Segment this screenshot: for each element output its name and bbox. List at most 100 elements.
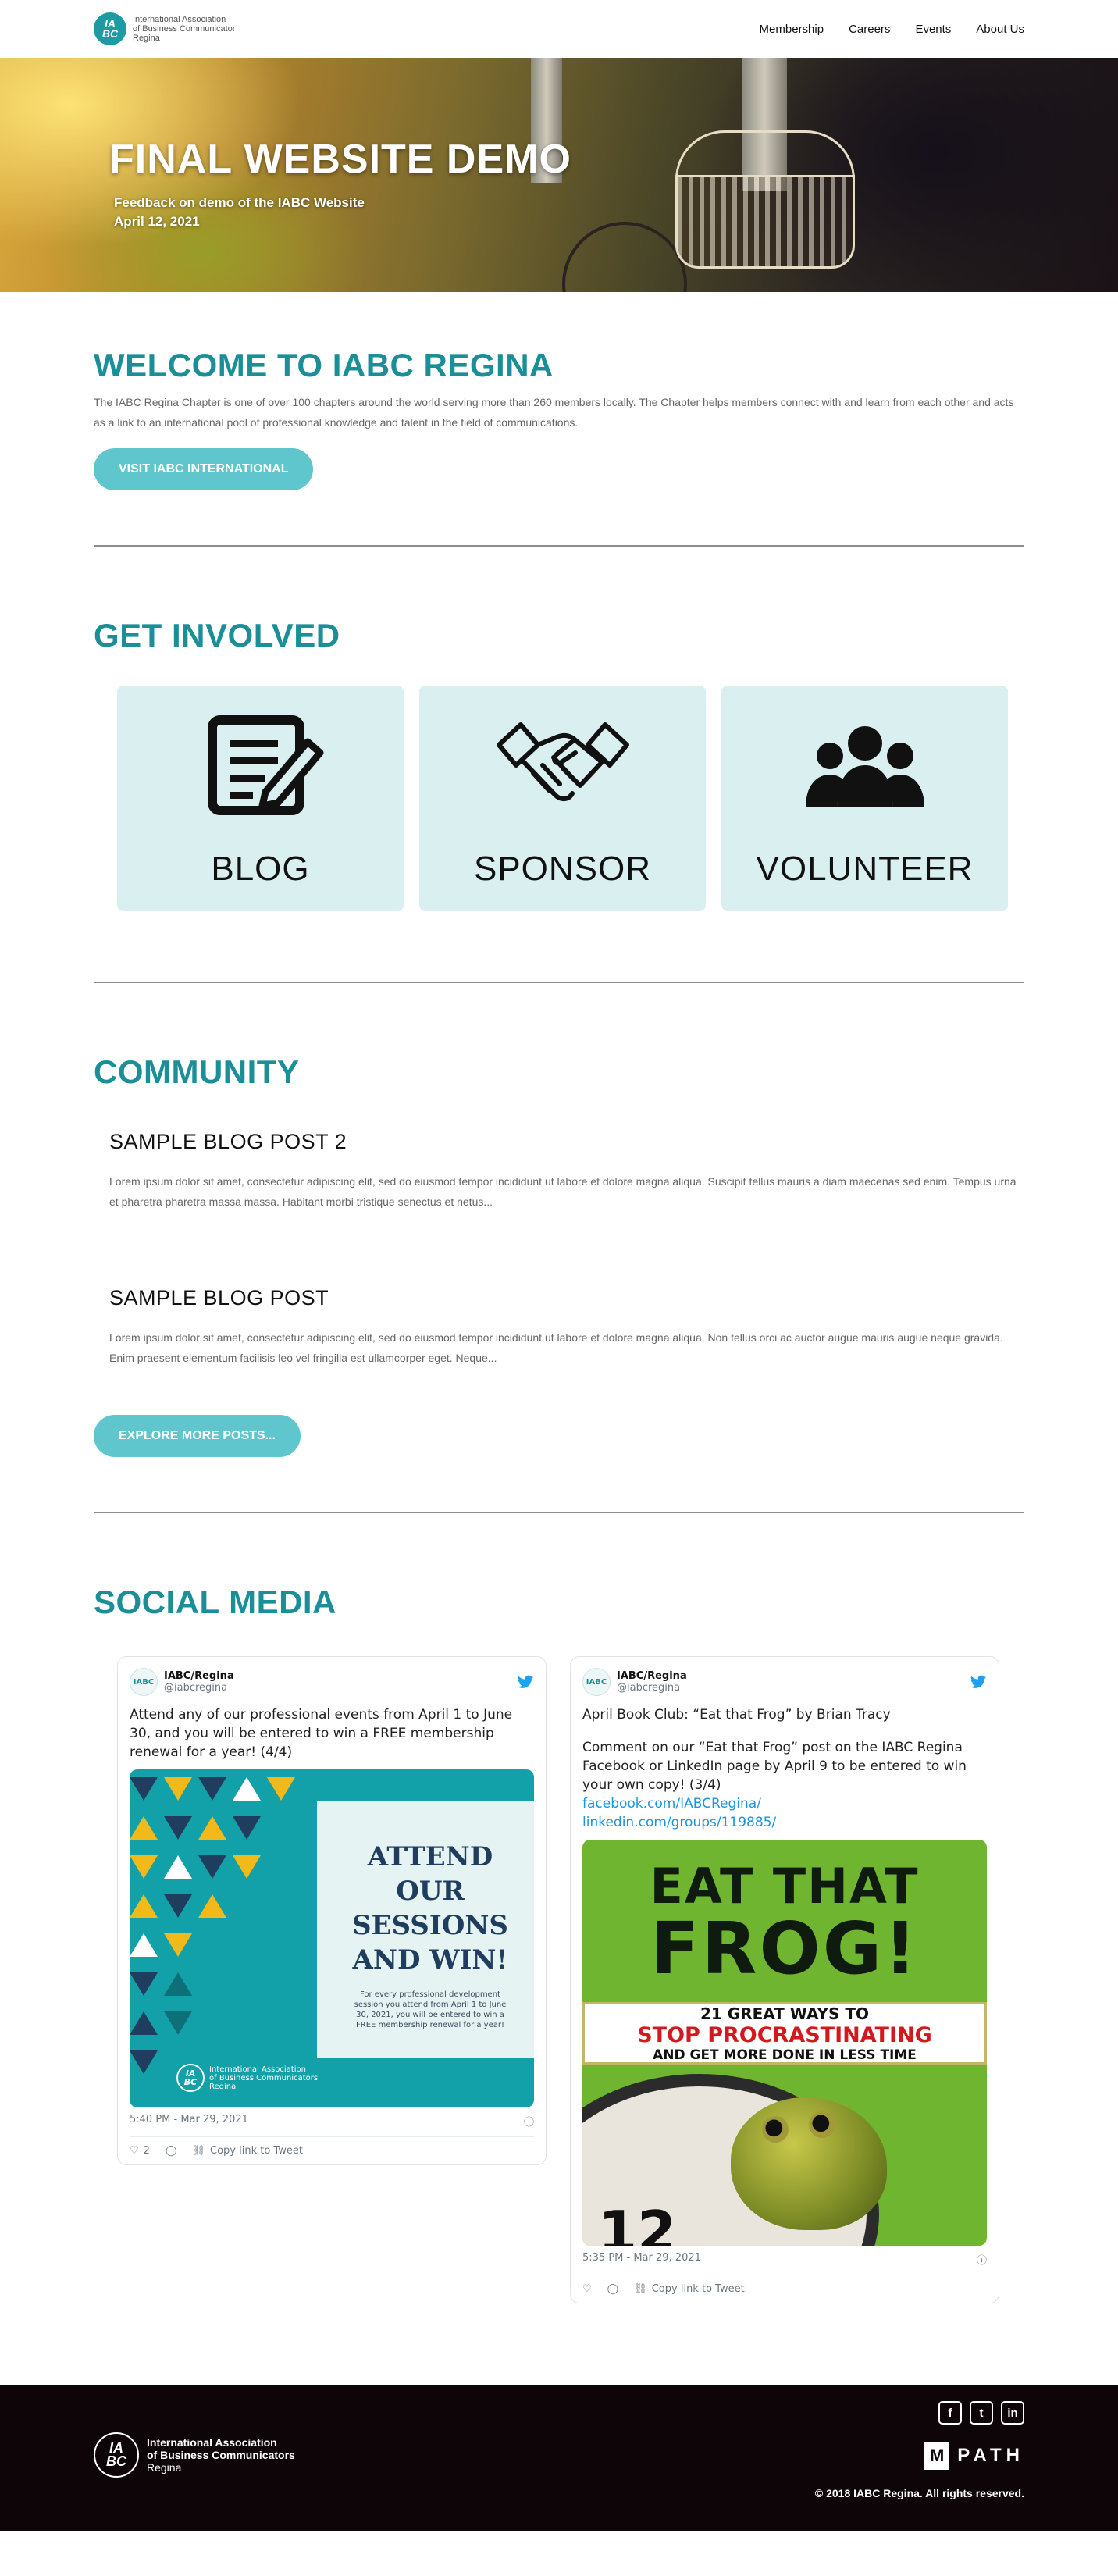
twitter-bird-icon[interactable]	[517, 1673, 534, 1691]
nav-events[interactable]: Events	[915, 23, 951, 36]
tweet-author-name[interactable]: IABC/Regina	[617, 1670, 687, 1682]
like-count: 2	[143, 2145, 150, 2157]
blog-post-title[interactable]: SAMPLE BLOG POST	[109, 1286, 329, 1309]
footer-logo-line-2: of Business Communicators	[147, 2449, 295, 2461]
hero-banner: FINAL WEBSITE DEMO Feedback on demo of t…	[0, 58, 1118, 292]
book-title-line-2: FROG!	[650, 1907, 920, 1990]
nav-about-us[interactable]: About Us	[976, 23, 1024, 36]
mpath-logo[interactable]: M PATH	[924, 2442, 1024, 2470]
promo-logo-line-1: International Association	[209, 2065, 306, 2074]
avatar[interactable]: IABC	[582, 1668, 611, 1696]
heart-icon: ♡	[130, 2145, 139, 2157]
promo-headline-line: AND WIN!	[352, 1944, 508, 1976]
tweet-actions: ♡ 2 ◯ ⛓ Copy link to Tweet	[130, 2136, 534, 2157]
bicycle-basket	[675, 130, 855, 269]
bicycle-wheel	[562, 222, 687, 292]
logo-line-1: International Association	[133, 15, 226, 24]
copyright: © 2018 IABC Regina. All rights reserved.	[814, 2487, 1024, 2499]
welcome-body: The IABC Regina Chapter is one of over 1…	[94, 396, 1014, 429]
tweet-meta: 5:35 PM - Mar 29, 2021 ⓘ	[582, 2252, 987, 2267]
hero-subtitle-line: Feedback on demo of the IABC Website	[114, 195, 365, 210]
group-icon	[805, 726, 924, 807]
tweet-author: IABC/Regina @iabcregina	[617, 1670, 687, 1694]
sponsor-card[interactable]: SPONSOR	[419, 686, 706, 911]
promo-headline-line: OUR	[396, 1876, 465, 1907]
info-icon[interactable]: ⓘ	[524, 2114, 534, 2129]
linkedin-icon[interactable]: in	[1001, 2401, 1024, 2425]
promo-headline-line: ATTEND	[367, 1841, 493, 1872]
main-nav: Membership Careers Events About Us	[760, 23, 1024, 36]
facebook-icon[interactable]: f	[938, 2401, 962, 2425]
tweet-card: IABC IABC/Regina @iabcregina April Book …	[570, 1656, 999, 2303]
blog-post: SAMPLE BLOG POST 2 Lorem ipsum dolor sit…	[94, 1130, 1024, 1212]
hero-date: April 12, 2021	[114, 214, 200, 229]
like-button[interactable]: ♡	[582, 2283, 592, 2295]
book-cover-title: EAT THAT FROG!	[582, 1840, 987, 2004]
facebook-link[interactable]: facebook.com/IABCRegina/	[582, 1794, 987, 1813]
community-section: COMMUNITY SAMPLE BLOG POST 2 Lorem ipsum…	[0, 983, 1118, 1512]
frog-illustration	[731, 2097, 887, 2230]
book-title-line-1: EAT THAT	[650, 1858, 920, 1915]
tweet-image[interactable]: ATTEND OUR SESSIONS AND WIN! For every p…	[130, 1769, 534, 2107]
mpath-mark: M	[924, 2442, 950, 2470]
promo-logo-text: International Association of Business Co…	[209, 2065, 318, 2091]
logo-line-2: of Business Communicator	[133, 24, 236, 34]
blog-card-label: BLOG	[211, 850, 310, 888]
info-icon[interactable]: ⓘ	[977, 2252, 987, 2267]
frog-eye	[809, 2111, 835, 2138]
tweet-header: IABC IABC/Regina @iabcregina	[582, 1668, 987, 1696]
iabc-logo-mark: IA BC	[94, 2432, 139, 2478]
copy-link-button[interactable]: ⛓ Copy link to Tweet	[634, 2283, 744, 2295]
promo-panel: ATTEND OUR SESSIONS AND WIN! For every p…	[317, 1801, 534, 2058]
tweet-image[interactable]: EAT THAT FROG! 21 GREAT WAYS TO STOP PRO…	[582, 1840, 987, 2246]
tweet-timestamp[interactable]: 5:35 PM - Mar 29, 2021	[582, 2252, 701, 2267]
promo-logo: IA BC International Association of Busine…	[176, 2064, 318, 2092]
reply-button[interactable]: ◯	[166, 2145, 177, 2157]
twitter-bird-icon[interactable]	[970, 1673, 987, 1691]
hero-text: FINAL WEBSITE DEMO Feedback on demo of t…	[109, 136, 571, 231]
site-header: IA BC International Association of Busine…	[0, 0, 1118, 58]
sponsor-card-label: SPONSOR	[473, 850, 652, 888]
tweet-embeds: IABC IABC/Regina @iabcregina Attend any …	[94, 1656, 1024, 2303]
tweet-timestamp[interactable]: 5:40 PM - Mar 29, 2021	[130, 2114, 248, 2129]
community-heading: COMMUNITY	[94, 1053, 300, 1090]
linkedin-link[interactable]: linkedin.com/groups/119885/	[582, 1813, 987, 1832]
book-subtitle-3: AND GET MORE DONE IN LESS TIME	[653, 2047, 917, 2063]
copy-link-label: Copy link to Tweet	[210, 2145, 303, 2157]
tweet-text-line: Comment on our “Eat that Frog” post on t…	[582, 1738, 987, 1832]
triangle-pattern	[130, 1777, 295, 2074]
book-subtitle-band: 21 GREAT WAYS TO STOP PROCRASTINATING AN…	[582, 2002, 987, 2065]
nav-careers[interactable]: Careers	[849, 23, 890, 36]
get-involved-heading: GET INVOLVED	[94, 617, 340, 654]
like-button[interactable]: ♡ 2	[130, 2145, 150, 2157]
get-involved-section: GET INVOLVED BLOG SPONSOR VOLUNTEER	[0, 547, 1118, 982]
tweet-text: April Book Club: “Eat that Frog” by Bria…	[582, 1705, 987, 1832]
nav-membership[interactable]: Membership	[760, 23, 824, 36]
volunteer-card-label: VOLUNTEER	[756, 850, 974, 888]
handshake-icon	[496, 722, 629, 801]
twitter-icon[interactable]: t	[970, 2401, 993, 2425]
blog-post: SAMPLE BLOG POST Lorem ipsum dolor sit a…	[94, 1286, 1024, 1368]
avatar[interactable]: IABC	[130, 1668, 158, 1696]
tweet-author-name[interactable]: IABC/Regina	[164, 1670, 234, 1682]
tweet-author-handle[interactable]: @iabcregina	[164, 1682, 234, 1694]
footer-logo-text: International Association of Business Co…	[147, 2436, 295, 2474]
tweet-author-handle[interactable]: @iabcregina	[617, 1682, 687, 1694]
mpath-wordmark: PATH	[957, 2445, 1024, 2466]
link-icon: ⛓	[634, 2283, 647, 2295]
frog-eye	[762, 2116, 789, 2143]
visit-iabc-international-button[interactable]: VISIT IABC INTERNATIONAL	[94, 448, 314, 490]
blog-card[interactable]: BLOG	[117, 686, 404, 911]
volunteer-card[interactable]: VOLUNTEER	[721, 686, 1008, 911]
copy-link-button[interactable]: ⛓ Copy link to Tweet	[193, 2145, 303, 2157]
footer-logo[interactable]: IA BC International Association of Busine…	[94, 2432, 295, 2478]
site-logo[interactable]: IA BC International Association of Busine…	[94, 12, 235, 45]
tweet-actions: ♡ ◯ ⛓ Copy link to Tweet	[582, 2275, 987, 2295]
involved-cards: BLOG SPONSOR VOLUNTEER	[94, 686, 1024, 911]
tweet-card: IABC IABC/Regina @iabcregina Attend any …	[117, 1656, 547, 2165]
blog-post-title[interactable]: SAMPLE BLOG POST 2	[109, 1130, 347, 1153]
reply-button[interactable]: ◯	[607, 2283, 619, 2295]
explore-more-posts-button[interactable]: EXPLORE MORE POSTS...	[94, 1415, 301, 1457]
blog-icon	[207, 715, 323, 815]
hero-subtitle: Feedback on demo of the IABC Website Apr…	[114, 194, 571, 231]
